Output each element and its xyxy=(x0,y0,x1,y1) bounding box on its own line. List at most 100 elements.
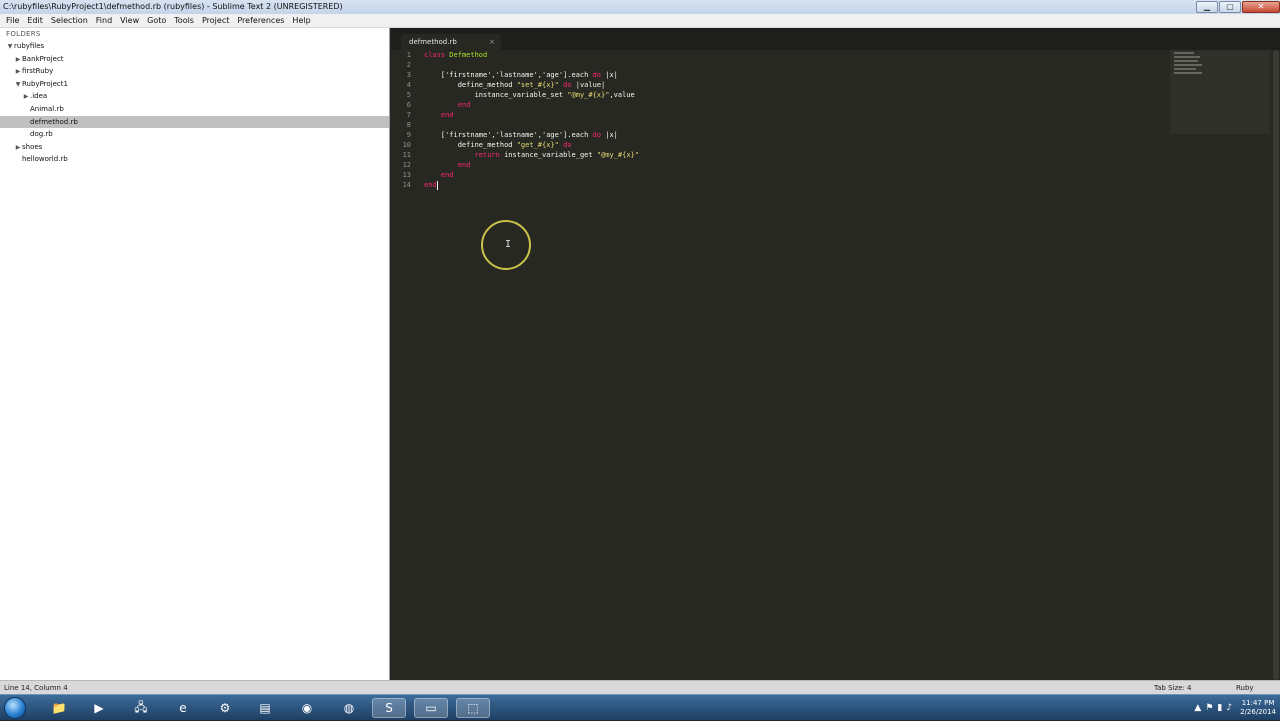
line-number: 12 xyxy=(402,161,411,169)
explorer-icon[interactable]: 📁 xyxy=(42,698,76,718)
code-line[interactable]: instance_variable_set "@my_#{x}",value xyxy=(424,90,639,100)
status-tab-size[interactable]: Tab Size: 4 xyxy=(1154,681,1191,695)
control-panel-icon[interactable]: ⚙ xyxy=(208,698,242,718)
media-player-icon[interactable]: ▶ xyxy=(82,698,116,718)
line-number: 4 xyxy=(406,81,411,89)
tree-item-label: dog.rb xyxy=(30,130,53,139)
cmd-icon[interactable]: ▭ xyxy=(414,698,448,718)
minimap[interactable] xyxy=(1170,50,1270,134)
tree-item-label: .idea xyxy=(30,92,48,101)
menu-project[interactable]: Project xyxy=(198,14,233,27)
tree-item-label: RubyProject1 xyxy=(22,79,68,88)
tree-item-label: firstRuby xyxy=(22,67,54,76)
tab-bar: defmethod.rb × xyxy=(391,28,1280,50)
menu-tools[interactable]: Tools xyxy=(170,14,198,27)
code-token: end xyxy=(424,111,454,119)
code-line[interactable]: ['firstname','lastname','age'].each do |… xyxy=(424,130,639,140)
code-line[interactable]: class Defmethod xyxy=(424,50,639,60)
code-line[interactable] xyxy=(424,60,639,70)
code-line[interactable]: define_method "get_#{x}" do xyxy=(424,140,639,150)
code-token: ,value xyxy=(609,91,635,99)
flag-icon[interactable]: ⚑ xyxy=(1205,703,1213,713)
line-number-gutter: 1 2 3 4 5 6 7 8 9 10 11 12 13 14 xyxy=(391,50,415,190)
menu-edit[interactable]: Edit xyxy=(23,14,47,27)
tree-item[interactable]: ▶ firstRuby xyxy=(0,65,389,78)
code-token: |value| xyxy=(571,81,606,89)
tab-defmethod[interactable]: defmethod.rb × xyxy=(401,34,501,50)
show-hidden-icons-icon[interactable]: ▲ xyxy=(1194,703,1201,713)
maximize-button[interactable]: ▢ xyxy=(1219,1,1241,13)
sublime-text-icon[interactable]: S xyxy=(372,698,406,718)
minimize-button[interactable]: ▁ xyxy=(1196,1,1218,13)
code-token: "get_#{x}" xyxy=(516,141,559,149)
tree-item[interactable]: defmethod.rb xyxy=(0,115,389,129)
tab-close-icon[interactable]: × xyxy=(489,34,495,50)
code-line[interactable]: end xyxy=(424,100,639,110)
network-status-icon[interactable]: ▮ xyxy=(1217,703,1222,713)
window-title: C:\rubyfiles\RubyProject1\defmethod.rb (… xyxy=(3,2,343,11)
windows-start-icon[interactable] xyxy=(4,697,26,719)
code-token: define_method xyxy=(424,141,517,149)
system-tray: ▲ ⚑ ▮ ♪ 11:47 PM 2/26/2014 xyxy=(1190,695,1276,721)
minimize-icon: ▁ xyxy=(1203,2,1211,11)
tree-item[interactable]: ▶ .idea xyxy=(0,90,389,103)
code-line[interactable]: end xyxy=(424,160,639,170)
window-titlebar: C:\rubyfiles\RubyProject1\defmethod.rb (… xyxy=(0,0,1280,14)
internet-explorer-icon[interactable]: e xyxy=(166,698,200,718)
vertical-scrollbar[interactable] xyxy=(1273,50,1279,680)
editor-pane[interactable]: defmethod.rb × 1 2 3 4 5 6 7 8 9 10 11 12 13 14 class… xyxy=(391,28,1280,680)
status-syntax[interactable]: Ruby xyxy=(1236,681,1254,695)
menu-bar: File Edit Selection Find View Goto Tools Projec… xyxy=(0,14,1280,28)
notepad-icon[interactable]: ▤ xyxy=(248,698,282,718)
network-icon[interactable]: 🖧 xyxy=(124,698,158,718)
volume-icon[interactable]: ♪ xyxy=(1226,703,1232,713)
line-number: 1 xyxy=(406,51,411,59)
menu-find[interactable]: Find xyxy=(92,14,116,27)
maximize-icon: ▢ xyxy=(1226,2,1234,11)
line-number: 6 xyxy=(406,101,411,109)
code-token: instance_variable_set xyxy=(424,91,568,99)
code-token: return xyxy=(474,151,500,159)
tree-item[interactable]: ▶ shoes xyxy=(0,141,389,154)
menu-view[interactable]: View xyxy=(116,14,143,27)
text-caret xyxy=(436,180,438,190)
text-cursor-icon: I xyxy=(505,239,512,250)
firefox-icon[interactable]: ◍ xyxy=(332,698,366,718)
code-token: "@my_#{x}" xyxy=(596,151,639,159)
close-icon: ✕ xyxy=(1257,2,1265,11)
code-token: |x| xyxy=(601,71,618,79)
code-area[interactable]: class Defmethod ['firstname','lastname',… xyxy=(424,50,639,190)
tree-item[interactable]: ▶ BankProject xyxy=(0,53,389,66)
code-token: do xyxy=(563,141,572,149)
code-line[interactable] xyxy=(424,120,639,130)
tree-item-label: shoes xyxy=(22,142,43,151)
chrome-icon[interactable]: ◉ xyxy=(290,698,324,718)
code-line[interactable]: end xyxy=(424,110,639,120)
menu-preferences[interactable]: Preferences xyxy=(233,14,288,27)
tree-item[interactable]: ▼ RubyProject1 xyxy=(0,78,389,91)
code-line[interactable]: ['firstname','lastname','age'].each do |… xyxy=(424,70,639,80)
line-number: 7 xyxy=(406,111,411,119)
snipping-tool-icon[interactable]: ⬚ xyxy=(456,698,490,718)
code-line[interactable]: return instance_variable_get "@my_#{x}" xyxy=(424,150,639,160)
code-token: do xyxy=(563,81,572,89)
line-number: 3 xyxy=(406,71,411,79)
code-token: ['firstname','lastname','age'].each xyxy=(424,71,593,79)
menu-file[interactable]: File xyxy=(2,14,23,27)
menu-goto[interactable]: Goto xyxy=(143,14,170,27)
code-line[interactable]: end xyxy=(424,170,639,180)
clock[interactable]: 11:47 PM 2/26/2014 xyxy=(1240,699,1276,717)
tree-item[interactable]: ▼ rubyfiles xyxy=(0,40,389,53)
close-button[interactable]: ✕ xyxy=(1242,1,1280,13)
menu-help[interactable]: Help xyxy=(288,14,314,27)
menu-selection[interactable]: Selection xyxy=(47,14,92,27)
status-position: Line 14, Column 4 xyxy=(4,684,68,692)
tree-item[interactable]: dog.rb xyxy=(0,128,389,141)
code-line[interactable]: define_method "set_#{x}" do |value| xyxy=(424,80,639,90)
clock-date: 2/26/2014 xyxy=(1240,708,1276,716)
tree-item[interactable]: Animal.rb xyxy=(0,103,389,116)
tree-item-label: defmethod.rb xyxy=(30,117,78,126)
tree-item[interactable]: helloworld.rb xyxy=(0,153,389,166)
code-line[interactable]: end xyxy=(424,180,639,190)
